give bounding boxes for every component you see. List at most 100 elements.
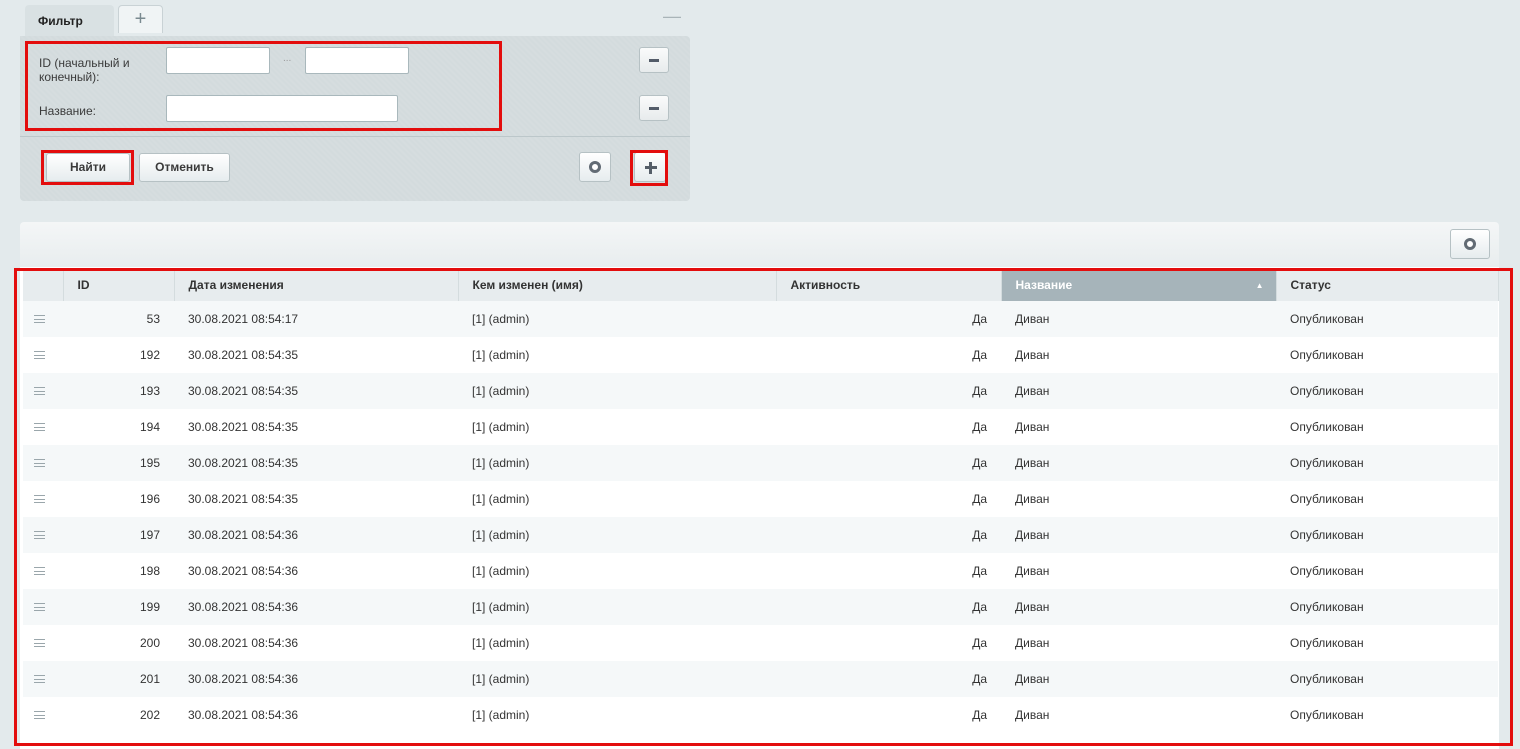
cell-name: Диван [1001,553,1276,589]
cell-status: Опубликован [1276,661,1498,697]
cell-id: 193 [63,373,174,409]
drag-handle-icon[interactable] [34,459,45,467]
cell-name: Диван [1001,301,1276,337]
drag-handle-icon[interactable] [34,567,45,575]
drag-handle-icon[interactable] [34,639,45,647]
cell-status: Опубликован [1276,481,1498,517]
cell-modified-by: [1] (admin) [458,373,776,409]
cell-id: 195 [63,445,174,481]
drag-handle-cell[interactable] [23,337,63,373]
cell-modified-by: [1] (admin) [458,553,776,589]
cell-date: 30.08.2021 08:54:35 [174,337,458,373]
add-filter-field-button[interactable] [634,152,666,182]
drag-handle-icon[interactable] [34,351,45,359]
drag-handle-cell[interactable] [23,517,63,553]
table-row[interactable]: 197 30.08.2021 08:54:36 [1] (admin) Да Диван… [23,517,1498,553]
drag-handle-cell[interactable] [23,625,63,661]
column-header-id[interactable]: ID [63,269,175,301]
cell-id: 200 [63,625,174,661]
cell-date: 30.08.2021 08:54:35 [174,445,458,481]
remove-id-field-button[interactable] [639,47,669,73]
cell-modified-by: [1] (admin) [458,301,776,337]
remove-name-field-button[interactable] [639,95,669,121]
cell-date: 30.08.2021 08:54:36 [174,553,458,589]
column-header-date[interactable]: Дата изменения [174,269,459,301]
table-row[interactable]: 200 30.08.2021 08:54:36 [1] (admin) Да Диван… [23,625,1498,661]
id-to-input[interactable] [305,47,409,74]
drag-handle-cell[interactable] [23,373,63,409]
cell-name: Диван [1001,481,1276,517]
cell-id: 192 [63,337,174,373]
cell-id: 199 [63,589,174,625]
cell-active: Да [776,697,1001,733]
cancel-button[interactable]: Отменить [139,153,230,182]
cell-id: 194 [63,409,174,445]
drag-handle-icon[interactable] [34,315,45,323]
cell-status: Опубликован [1276,301,1498,337]
cell-name: Диван [1001,589,1276,625]
name-label: Название: [39,104,96,118]
drag-handle-cell[interactable] [23,553,63,589]
drag-handle-cell[interactable] [23,445,63,481]
drag-handle-cell[interactable] [23,661,63,697]
table-row[interactable]: 201 30.08.2021 08:54:36 [1] (admin) Да Диван… [23,661,1498,697]
grid-settings-button[interactable] [1450,229,1490,259]
cell-status: Опубликован [1276,697,1498,733]
cell-status: Опубликован [1276,373,1498,409]
column-header-status[interactable]: Статус [1276,269,1499,301]
table-row[interactable]: 199 30.08.2021 08:54:36 [1] (admin) Да Диван… [23,589,1498,625]
cell-name: Диван [1001,517,1276,553]
cell-active: Да [776,481,1001,517]
drag-handle-cell[interactable] [23,301,63,337]
table-row[interactable]: 198 30.08.2021 08:54:36 [1] (admin) Да Диван… [23,553,1498,589]
drag-handle-icon[interactable] [34,711,45,719]
id-from-input[interactable] [166,47,270,74]
cell-status: Опубликован [1276,409,1498,445]
drag-handle-cell[interactable] [23,589,63,625]
drag-handle-cell[interactable] [23,697,63,733]
gear-icon [589,161,601,173]
add-filter-tab-button[interactable]: + [118,5,163,33]
table-row[interactable]: 192 30.08.2021 08:54:35 [1] (admin) Да Диван… [23,337,1498,373]
cell-name: Диван [1001,337,1276,373]
column-header-actions [23,269,64,301]
cell-name: Диван [1001,697,1276,733]
cell-name: Диван [1001,373,1276,409]
drag-handle-icon[interactable] [34,423,45,431]
table-row[interactable]: 193 30.08.2021 08:54:35 [1] (admin) Да Диван… [23,373,1498,409]
drag-handle-icon[interactable] [34,531,45,539]
table-row[interactable]: 53 30.08.2021 08:54:17 [1] (admin) Да Диван О… [23,301,1498,337]
drag-handle-icon[interactable] [34,675,45,683]
drag-handle-icon[interactable] [34,495,45,503]
cell-name: Диван [1001,445,1276,481]
cell-date: 30.08.2021 08:54:35 [174,481,458,517]
table-row[interactable]: 195 30.08.2021 08:54:35 [1] (admin) Да Диван… [23,445,1498,481]
table-row[interactable]: 194 30.08.2021 08:54:35 [1] (admin) Да Диван… [23,409,1498,445]
drag-handle-cell[interactable] [23,481,63,517]
drag-handle-cell[interactable] [23,409,63,445]
cell-date: 30.08.2021 08:54:36 [174,625,458,661]
cell-modified-by: [1] (admin) [458,337,776,373]
cell-id: 197 [63,517,174,553]
cell-modified-by: [1] (admin) [458,481,776,517]
filter-row-name: Название: [20,86,690,136]
gear-icon [1464,238,1476,250]
drag-handle-icon[interactable] [34,387,45,395]
column-header-active[interactable]: Активность [776,269,1002,301]
tab-filter[interactable]: Фильтр [25,5,114,37]
filter-collapse-button[interactable]: — [663,7,681,25]
drag-handle-icon[interactable] [34,603,45,611]
name-input[interactable] [166,95,398,122]
cell-date: 30.08.2021 08:54:35 [174,409,458,445]
column-header-modified-by[interactable]: Кем изменен (имя) [458,269,777,301]
table-row[interactable]: 202 30.08.2021 08:54:36 [1] (admin) Да Диван… [23,697,1498,733]
cell-date: 30.08.2021 08:54:36 [174,697,458,733]
table-row[interactable]: 196 30.08.2021 08:54:35 [1] (admin) Да Диван… [23,481,1498,517]
filter-settings-button[interactable] [579,152,611,182]
column-header-name[interactable]: Название ▲ [1001,269,1277,301]
cell-date: 30.08.2021 08:54:36 [174,661,458,697]
find-button[interactable]: Найти [46,153,130,182]
cell-modified-by: [1] (admin) [458,445,776,481]
elements-grid: ID Дата изменения Кем изменен (имя) Акти… [23,269,1499,733]
cell-active: Да [776,373,1001,409]
